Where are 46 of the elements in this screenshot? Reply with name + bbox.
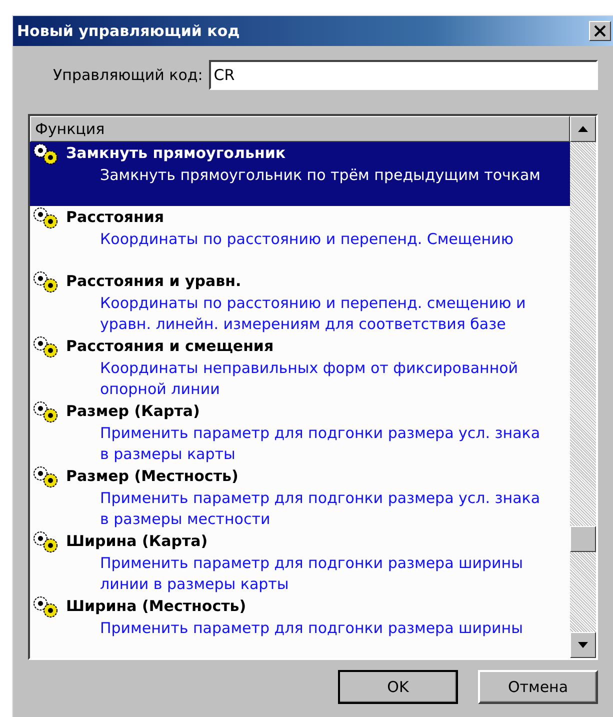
item-description: Координаты неправильных форм от фиксированной опорной линии	[100, 358, 520, 400]
item-description: Применить параметр для подгонки размера ширины линии в размеры карты	[100, 553, 524, 595]
item-title: Размер (Карта)	[66, 401, 201, 422]
item-description: Применить параметр для подгонки размера усл. знака в размеры карты	[100, 423, 542, 465]
item-description: Координаты по расстоянию и перепенд. Смещению	[100, 229, 514, 250]
gears-icon	[33, 336, 58, 358]
ok-button[interactable]: OK	[338, 670, 458, 704]
list-item[interactable]: Расстояния Координаты по расстоянию и перепенд. Смещению	[30, 206, 570, 270]
scrollbar[interactable]	[570, 116, 596, 658]
gears-icon	[33, 143, 58, 165]
gears-icon	[33, 207, 58, 229]
close-button[interactable]	[589, 21, 611, 41]
item-title: Замкнуть прямоугольник	[66, 143, 287, 164]
window-title: Новый управляющий код	[17, 22, 240, 40]
list-item[interactable]: Расстояния и смещения Координаты неправильных форм от фиксированной опорной линии	[30, 335, 570, 400]
scroll-thumb[interactable]	[570, 526, 596, 552]
item-description: Применить параметр для подгонки размера ширины	[100, 618, 524, 639]
column-header[interactable]: Функция	[30, 116, 570, 142]
gears-icon	[33, 466, 58, 488]
item-title: Расстояния и уравн.	[66, 271, 242, 292]
up-arrow-icon	[578, 126, 588, 132]
item-title: Ширина (Местность)	[66, 596, 248, 617]
item-title: Размер (Местность)	[66, 466, 240, 487]
list-item[interactable]: Ширина (Карта) Применить параметр для подгонки размера ширины линии в размеры карты	[30, 530, 570, 595]
item-description: Применить параметр для подгонки размера усл. знака в размеры местности	[100, 488, 542, 530]
item-description: Координаты по расстоянию и перепенд. смещению и уравн. линейн. измерениям для соответствия базе	[100, 293, 527, 335]
field-label: Управляющий код:	[53, 66, 203, 84]
item-title: Ширина (Карта)	[66, 531, 209, 552]
close-icon	[594, 25, 606, 37]
list-item[interactable]: Размер (Местность) Применить параметр для подгонки размера усл. знака в размеры местности	[30, 465, 570, 530]
item-description: Замкнуть прямоугольник по трём предыдущим точкам	[100, 165, 542, 186]
cancel-button[interactable]: Отмена	[478, 670, 598, 704]
code-input[interactable]: CR	[208, 60, 598, 90]
gears-icon	[33, 596, 58, 618]
list-item[interactable]: Ширина (Местность) Применить параметр для подгонки размера ширины	[30, 595, 570, 658]
list-item[interactable]: Замкнуть прямоугольник Замкнуть прямоугольник по трём предыдущим точкам	[30, 142, 570, 206]
list-item[interactable]: Расстояния и уравн. Координаты по расстоянию и перепенд. смещению и уравн. линейн. измерениям для соответствия базе	[30, 270, 570, 335]
list-item[interactable]: Размер (Карта) Применить параметр для подгонки размера усл. знака в размеры карты	[30, 400, 570, 465]
gears-icon	[33, 531, 58, 553]
gears-icon	[33, 401, 58, 423]
down-arrow-icon	[578, 642, 588, 648]
item-title: Расстояния и смещения	[66, 336, 275, 357]
scroll-up-button[interactable]	[570, 116, 596, 142]
item-title: Расстояния	[66, 207, 166, 228]
scroll-down-button[interactable]	[570, 632, 596, 658]
gears-icon	[33, 271, 58, 293]
